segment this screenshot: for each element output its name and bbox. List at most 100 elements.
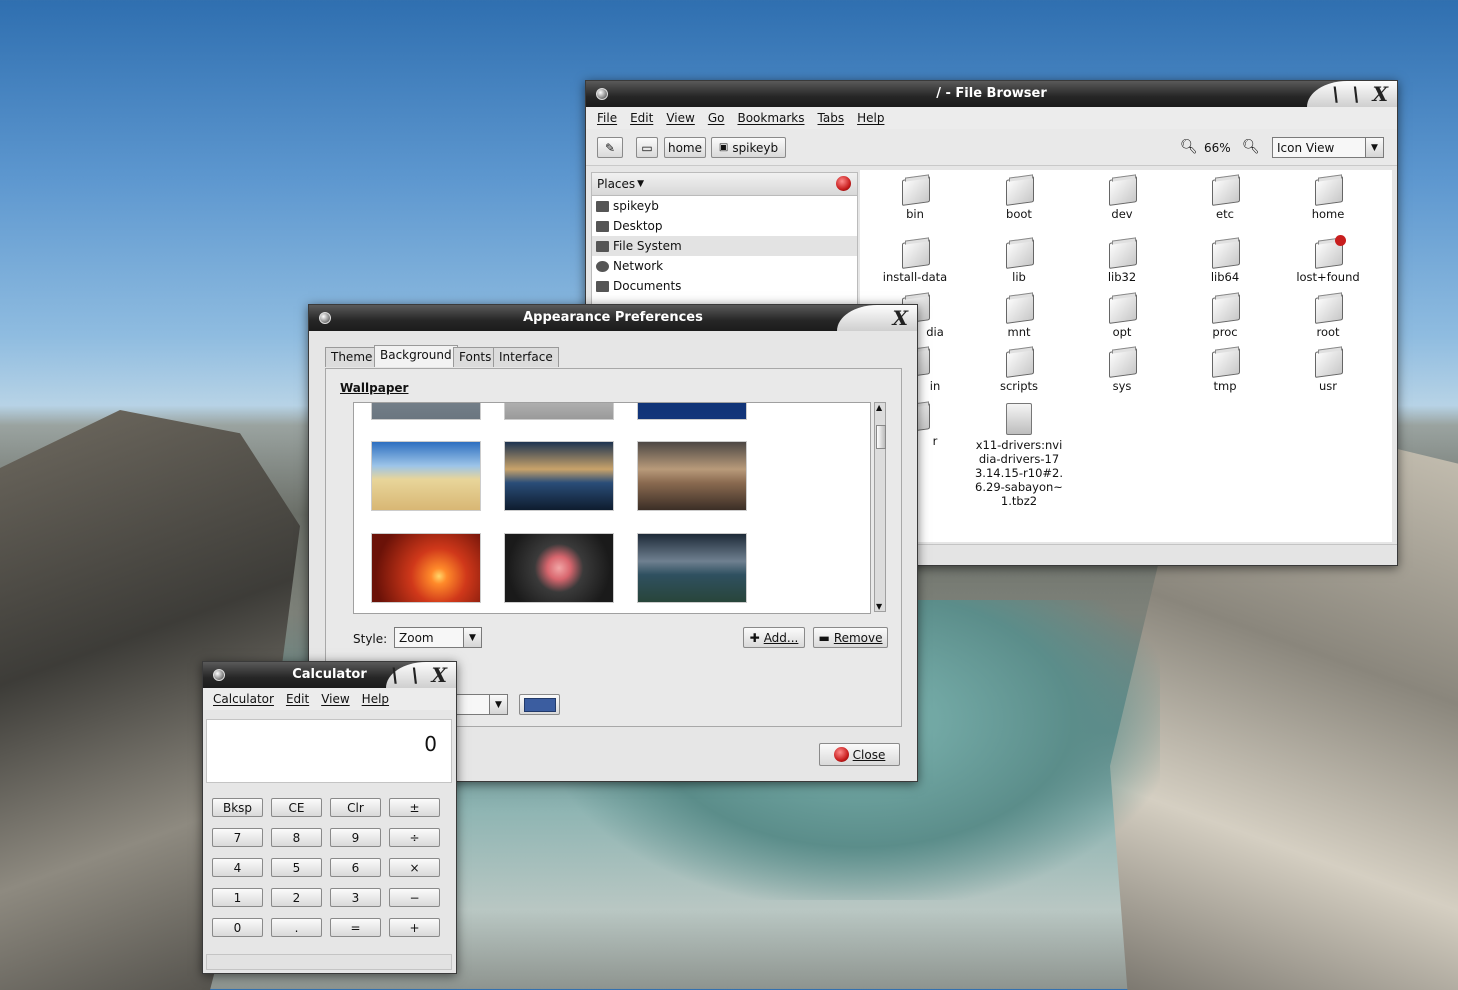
key-7[interactable]: 7 xyxy=(212,828,263,847)
key-equals[interactable]: = xyxy=(330,918,381,937)
folder-install-data[interactable]: install-data xyxy=(865,239,965,284)
close-sidebar-icon[interactable] xyxy=(836,176,851,191)
menu-file[interactable]: File xyxy=(597,111,617,125)
key-4[interactable]: 4 xyxy=(212,858,263,877)
zoom-in-icon[interactable]: 🔍︎ xyxy=(1242,139,1260,155)
folder-scripts[interactable]: scripts xyxy=(969,348,1069,393)
key-3[interactable]: 3 xyxy=(330,888,381,907)
key-multiply[interactable]: × xyxy=(389,858,440,877)
folder-etc[interactable]: etc xyxy=(1175,176,1275,221)
wallpaper-thumb-navy[interactable] xyxy=(638,403,746,419)
toggle-location-button[interactable]: ✎ xyxy=(597,137,623,158)
zoom-out-icon[interactable]: 🔍︎ xyxy=(1180,139,1198,155)
key-clear[interactable]: Clr xyxy=(330,798,381,817)
file-package-tbz2[interactable]: x11-drivers:nvidia-drivers-173.14.15-r10… xyxy=(969,403,1069,508)
menu-view[interactable]: View xyxy=(666,111,694,125)
place-item-documents[interactable]: Documents xyxy=(592,276,857,296)
tab-fonts[interactable]: Fonts xyxy=(453,347,498,367)
remove-wallpaper-button[interactable]: ▬ Remove xyxy=(813,627,888,648)
menu-tabs[interactable]: Tabs xyxy=(818,111,845,125)
window-menu-icon[interactable] xyxy=(319,312,331,324)
folder-home[interactable]: home xyxy=(1278,176,1378,221)
menu-go[interactable]: Go xyxy=(708,111,725,125)
key-0[interactable]: 0 xyxy=(212,918,263,937)
folder-sys[interactable]: sys xyxy=(1072,348,1172,393)
key-2[interactable]: 2 xyxy=(271,888,322,907)
window-controls[interactable]: \ \ X xyxy=(1307,81,1397,107)
tab-background[interactable]: Background xyxy=(374,345,458,367)
primary-color-button[interactable] xyxy=(519,694,560,715)
folder-root[interactable]: root xyxy=(1278,294,1378,339)
scroll-down-icon[interactable]: ▼ xyxy=(876,602,882,611)
wallpaper-thumb-silver[interactable] xyxy=(505,403,613,419)
tab-interface[interactable]: Interface xyxy=(493,347,559,367)
tab-theme[interactable]: Theme xyxy=(325,347,379,367)
add-wallpaper-button[interactable]: ✚ Add... xyxy=(743,627,805,648)
menu-bookmarks[interactable]: Bookmarks xyxy=(737,111,804,125)
folder-dev[interactable]: dev xyxy=(1072,176,1172,221)
window-controls[interactable]: \ \ X xyxy=(386,662,456,688)
home-folder-icon: ▣ xyxy=(718,142,729,153)
folder-tmp[interactable]: tmp xyxy=(1175,348,1275,393)
menu-edit[interactable]: Edit xyxy=(286,692,309,706)
path-spikeyb-button[interactable]: ▣ spikeyb xyxy=(711,137,786,158)
appearance-titlebar[interactable]: Appearance Preferences X xyxy=(309,305,917,331)
menu-view[interactable]: View xyxy=(321,692,349,706)
folder-bin[interactable]: bin xyxy=(865,176,965,221)
close-button[interactable]: Close xyxy=(819,743,900,766)
file-browser-titlebar[interactable]: / - File Browser \ \ X xyxy=(586,81,1397,107)
folder-usr[interactable]: usr xyxy=(1278,348,1378,393)
folder-lost-found[interactable]: lost+found xyxy=(1278,235,1378,284)
key-5[interactable]: 5 xyxy=(271,858,322,877)
folder-icon xyxy=(1108,348,1136,376)
root-drive-button[interactable]: ▭ xyxy=(636,137,658,158)
wallpaper-thumb-rose[interactable] xyxy=(505,534,613,602)
place-item-file-system[interactable]: File System xyxy=(592,236,857,256)
calculator-display[interactable]: 0 xyxy=(206,719,452,783)
zoom-level[interactable]: 66% xyxy=(1204,141,1231,155)
key-backspace[interactable]: Bksp xyxy=(212,798,263,817)
place-item-network[interactable]: Network xyxy=(592,256,857,276)
key-clear-entry[interactable]: CE xyxy=(271,798,322,817)
window-menu-icon[interactable] xyxy=(596,88,608,100)
window-controls[interactable]: X xyxy=(837,305,917,331)
scroll-up-icon[interactable]: ▲ xyxy=(876,403,882,412)
style-select[interactable]: Zoom ▼ xyxy=(394,627,482,648)
wallpaper-thumb-beach[interactable] xyxy=(372,442,480,510)
path-home-button[interactable]: home xyxy=(664,137,706,158)
wallpaper-thumb-grey[interactable] xyxy=(372,403,480,419)
wallpaper-thumb-coast-dusk[interactable] xyxy=(505,442,613,510)
key-subtract[interactable]: − xyxy=(389,888,440,907)
calculator-titlebar[interactable]: Calculator \ \ X xyxy=(203,662,456,688)
menu-help[interactable]: Help xyxy=(857,111,884,125)
key-9[interactable]: 9 xyxy=(330,828,381,847)
key-decimal[interactable]: . xyxy=(271,918,322,937)
menu-edit[interactable]: Edit xyxy=(630,111,653,125)
folder-lib64[interactable]: lib64 xyxy=(1175,239,1275,284)
key-8[interactable]: 8 xyxy=(271,828,322,847)
folder-proc[interactable]: proc xyxy=(1175,294,1275,339)
view-mode-select[interactable]: Icon View ▼ xyxy=(1272,137,1384,158)
window-menu-icon[interactable] xyxy=(213,669,225,681)
scroll-thumb[interactable] xyxy=(876,425,886,449)
place-item-desktop[interactable]: Desktop xyxy=(592,216,857,236)
wallpaper-thumb-sunset-beach[interactable] xyxy=(638,442,746,510)
key-6[interactable]: 6 xyxy=(330,858,381,877)
key-divide[interactable]: ÷ xyxy=(389,828,440,847)
menu-help[interactable]: Help xyxy=(362,692,389,706)
places-header[interactable]: Places ▼ xyxy=(592,173,857,196)
menu-calculator[interactable]: Calculator xyxy=(213,692,274,706)
folder-boot[interactable]: boot xyxy=(969,176,1069,221)
folder-lib[interactable]: lib xyxy=(969,239,1069,284)
key-add[interactable]: + xyxy=(389,918,440,937)
folder-opt[interactable]: opt xyxy=(1072,294,1172,339)
folder-lib32[interactable]: lib32 xyxy=(1072,239,1172,284)
wallpaper-list[interactable] xyxy=(353,402,871,614)
wallpaper-thumb-red-sun[interactable] xyxy=(372,534,480,602)
wallpaper-thumb-stormy-sea[interactable] xyxy=(638,534,746,602)
wallpaper-scrollbar[interactable]: ▲ ▼ xyxy=(874,402,886,612)
place-item-spikeyb[interactable]: spikeyb xyxy=(592,196,857,216)
key-change-sign[interactable]: ± xyxy=(389,798,440,817)
folder-mnt[interactable]: mnt xyxy=(969,294,1069,339)
key-1[interactable]: 1 xyxy=(212,888,263,907)
